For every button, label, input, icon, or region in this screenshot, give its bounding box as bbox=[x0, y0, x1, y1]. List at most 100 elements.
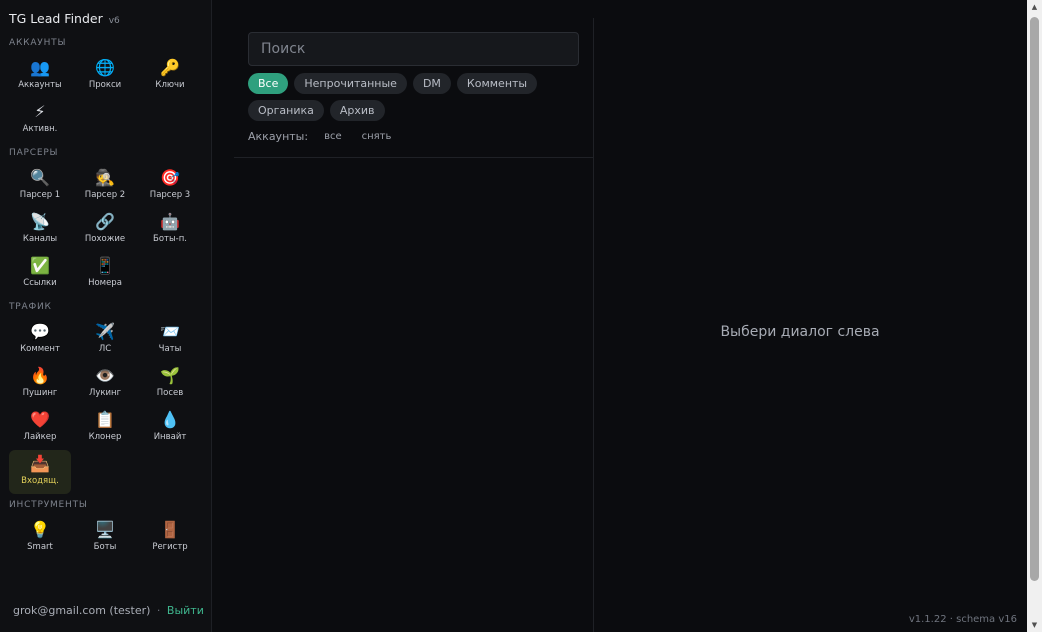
sidebar-item-seedling[interactable]: 🌱 Посев bbox=[139, 362, 201, 406]
accounts-clear-button[interactable]: снять bbox=[358, 131, 396, 142]
sidebar-item-lightbulb[interactable]: 💡 Smart bbox=[9, 516, 71, 560]
droplet-icon: 💧 bbox=[160, 410, 180, 429]
sidebar-item-link[interactable]: 🔗 Похожие bbox=[74, 208, 136, 252]
logout-link[interactable]: Выйти bbox=[167, 604, 204, 617]
app-title-text: TG Lead Finder bbox=[9, 11, 103, 26]
footer-separator: · bbox=[156, 604, 161, 617]
sidebar-item-magnifier[interactable]: 🔍 Парсер 1 bbox=[9, 164, 71, 208]
sidebar-item-monitor[interactable]: 🖥️ Боты bbox=[74, 516, 136, 560]
link-icon: 🔗 bbox=[95, 212, 115, 231]
filter-chip[interactable]: Непрочитанные bbox=[294, 73, 407, 94]
sidebar-item-accounts[interactable]: 👥 Аккаунты bbox=[9, 54, 71, 98]
sidebar-item-label: Клонер bbox=[88, 432, 122, 442]
sidebar-item-checkmark[interactable]: ✅ Ссылки bbox=[9, 252, 71, 296]
sidebar: TG Lead Finder v6 АККАУНТЫ 👥 Аккаунты 🌐 Про… bbox=[0, 0, 212, 632]
sidebar-item-target[interactable]: 🎯 Парсер 3 bbox=[139, 164, 201, 208]
lightbulb-icon: 💡 bbox=[30, 520, 50, 539]
page-scrollbar[interactable]: ▲ ▼ bbox=[1027, 0, 1042, 632]
sidebar-item-label: Похожие bbox=[84, 234, 126, 244]
section-grid-traffic: 💬 Коммент ✈️ ЛС 📨 Чаты 🔥 Пушинг 👁️ Лукинг 🌱 Посев ❤️… bbox=[9, 318, 204, 494]
sidebar-item-phone[interactable]: 📱 Номера bbox=[74, 252, 136, 296]
heart-icon: ❤️ bbox=[30, 410, 50, 429]
list-divider bbox=[234, 157, 594, 158]
airplane-icon: ✈️ bbox=[95, 322, 115, 341]
eye-icon: 👁️ bbox=[95, 366, 115, 385]
accounts-select-all-button[interactable]: все bbox=[320, 131, 346, 142]
filter-chip[interactable]: Органика bbox=[248, 100, 324, 121]
sidebar-item-label: Инвайт bbox=[153, 432, 187, 442]
section-grid-accounts: 👥 Аккаунты 🌐 Прокси 🔑 Ключи ⚡ Активн. bbox=[9, 54, 204, 142]
accounts-icon: 👥 bbox=[30, 58, 50, 77]
sidebar-item-fire[interactable]: 🔥 Пушинг bbox=[9, 362, 71, 406]
section-grid-parsers: 🔍 Парсер 1 🕵️ Парсер 2 🎯 Парсер 3 📡 Каналы 🔗 Похо… bbox=[9, 164, 204, 296]
filter-chip[interactable]: Архив bbox=[329, 100, 385, 121]
sidebar-item-label: Лайкер bbox=[23, 432, 57, 442]
sidebar-item-label: Входящ. bbox=[21, 476, 59, 486]
section-title-tools: ИНСТРУМЕНТЫ bbox=[9, 500, 88, 510]
version-label: v1.1.22 · schema v16 bbox=[908, 614, 1017, 625]
sidebar-item-label: Пушинг bbox=[22, 388, 58, 398]
scroll-down-arrow-icon[interactable]: ▼ bbox=[1027, 618, 1042, 632]
version-badge: v6 bbox=[108, 16, 120, 26]
clipboard-icon: 📋 bbox=[95, 410, 115, 429]
inbox-icon: 📥 bbox=[30, 454, 50, 473]
key-icon: 🔑 bbox=[160, 58, 180, 77]
sidebar-item-robot[interactable]: 🤖 Боты-п. bbox=[139, 208, 201, 252]
sidebar-item-label: Каналы bbox=[22, 234, 58, 244]
sidebar-item-label: Боты-п. bbox=[152, 234, 188, 244]
empty-state-message: Выбери диалог слева bbox=[720, 324, 880, 340]
filter-chip[interactable]: Комменты bbox=[456, 73, 538, 94]
sidebar-item-label: Smart bbox=[27, 542, 53, 552]
sidebar-item-label: Активн. bbox=[22, 124, 58, 134]
globe-icon: 🌐 bbox=[95, 58, 115, 77]
door-icon: 🚪 bbox=[160, 520, 180, 539]
user-email: grok@gmail.com (tester) bbox=[13, 604, 151, 617]
fire-icon: 🔥 bbox=[30, 366, 50, 385]
sidebar-item-label: Чаты bbox=[158, 344, 182, 354]
sidebar-item-door[interactable]: 🚪 Регистр bbox=[139, 516, 201, 560]
speech-bubble-icon: 💬 bbox=[30, 322, 50, 341]
robot-icon: 🤖 bbox=[160, 212, 180, 231]
sidebar-item-airplane[interactable]: ✈️ ЛС bbox=[74, 318, 136, 362]
satellite-icon: 📡 bbox=[30, 212, 50, 231]
sidebar-item-droplet[interactable]: 💧 Инвайт bbox=[139, 406, 201, 450]
filter-chip[interactable]: DM bbox=[412, 73, 451, 94]
sidebar-item-heart[interactable]: ❤️ Лайкер bbox=[9, 406, 71, 450]
monitor-icon: 🖥️ bbox=[95, 520, 115, 539]
sidebar-item-globe[interactable]: 🌐 Прокси bbox=[74, 54, 136, 98]
envelope-icon: 📨 bbox=[160, 322, 180, 341]
sidebar-item-speech-bubble[interactable]: 💬 Коммент bbox=[9, 318, 71, 362]
sidebar-item-label: Парсер 3 bbox=[149, 190, 191, 200]
checkmark-icon: ✅ bbox=[30, 256, 50, 275]
sidebar-item-label: Коммент bbox=[20, 344, 60, 354]
sidebar-item-label: Лукинг bbox=[88, 388, 122, 398]
filter-chip[interactable]: Все bbox=[248, 73, 289, 94]
sidebar-item-label: Регистр bbox=[152, 542, 188, 552]
scrollbar-thumb[interactable] bbox=[1030, 17, 1039, 581]
sidebar-item-lightning[interactable]: ⚡ Активн. bbox=[9, 98, 71, 142]
section-title-accounts: АККАУНТЫ bbox=[9, 38, 67, 48]
sidebar-item-envelope[interactable]: 📨 Чаты bbox=[139, 318, 201, 362]
section-title-parsers: ПАРСЕРЫ bbox=[9, 148, 59, 158]
accounts-filter-row: Аккаунты: все снять bbox=[248, 130, 395, 143]
app-title: TG Lead Finder v6 bbox=[9, 11, 120, 26]
sidebar-item-satellite[interactable]: 📡 Каналы bbox=[9, 208, 71, 252]
sidebar-item-label: Прокси bbox=[88, 80, 122, 90]
target-icon: 🎯 bbox=[160, 168, 180, 187]
scroll-up-arrow-icon[interactable]: ▲ bbox=[1027, 0, 1042, 14]
sidebar-item-eye[interactable]: 👁️ Лукинг bbox=[74, 362, 136, 406]
sidebar-footer: grok@gmail.com (tester) · Выйти bbox=[13, 604, 204, 617]
sidebar-item-label: Парсер 2 bbox=[84, 190, 126, 200]
detective-icon: 🕵️ bbox=[95, 168, 115, 187]
sidebar-item-label: Ссылки bbox=[23, 278, 57, 288]
magnifier-icon: 🔍 bbox=[30, 168, 50, 187]
accounts-filter-label: Аккаунты: bbox=[248, 130, 309, 143]
sidebar-item-inbox[interactable]: 📥 Входящ. bbox=[9, 450, 71, 494]
sidebar-item-detective[interactable]: 🕵️ Парсер 2 bbox=[74, 164, 136, 208]
sidebar-item-clipboard[interactable]: 📋 Клонер bbox=[74, 406, 136, 450]
section-grid-tools: 💡 Smart 🖥️ Боты 🚪 Регистр bbox=[9, 516, 204, 560]
search-input[interactable] bbox=[248, 32, 579, 66]
sidebar-item-label: Аккаунты bbox=[18, 80, 62, 90]
sidebar-item-key[interactable]: 🔑 Ключи bbox=[139, 54, 201, 98]
sidebar-item-label: Ключи bbox=[155, 80, 185, 90]
